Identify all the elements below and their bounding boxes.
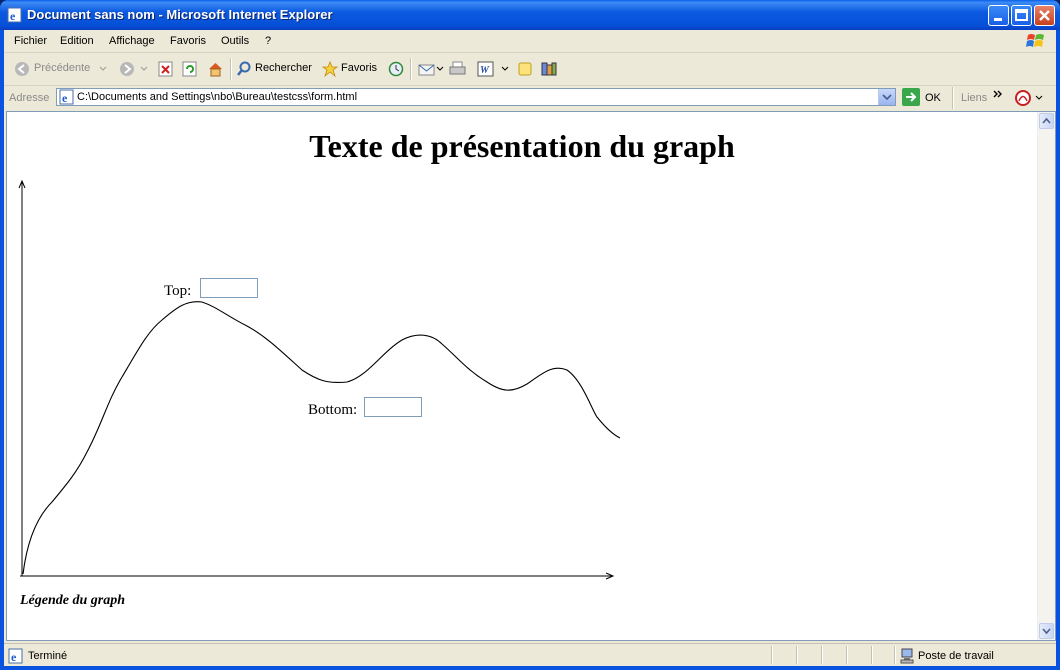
chevrons-right-icon[interactable] <box>992 89 1004 99</box>
status-page-icon: e <box>8 648 23 664</box>
status-cell-divider <box>771 646 773 664</box>
pdf-tool-icon[interactable] <box>1014 89 1032 107</box>
vertical-scrollbar[interactable] <box>1037 112 1055 640</box>
pdf-dropdown-chevron-icon[interactable] <box>1035 95 1043 101</box>
ie-icon: e <box>7 7 22 23</box>
chevron-down-icon <box>1042 628 1051 635</box>
security-zone-text: Poste de travail <box>918 650 994 662</box>
menu-affichage[interactable]: Affichage <box>109 35 155 47</box>
edit-dropdown-chevron-icon[interactable] <box>501 66 509 82</box>
forward-history-chevron-icon[interactable] <box>140 66 148 82</box>
toolbar-separator <box>410 58 412 80</box>
status-cell-divider <box>821 646 823 664</box>
menu-bar: Fichier Edition Affichage Favoris Outils… <box>4 30 1056 53</box>
toolbar: Précédente Rechercher Favoris W <box>4 53 1056 86</box>
bottom-input[interactable] <box>364 397 422 417</box>
go-button-label[interactable]: OK <box>925 92 941 104</box>
top-input[interactable] <box>200 278 258 298</box>
window-title: Document sans nom - Microsoft Internet E… <box>27 7 333 22</box>
scroll-up-button[interactable] <box>1039 113 1054 129</box>
bottom-label: Bottom: <box>308 402 358 418</box>
search-icon[interactable] <box>236 61 252 77</box>
print-icon[interactable] <box>449 61 466 77</box>
status-bar: e Terminé Poste de travail <box>4 643 1056 667</box>
back-history-chevron-icon[interactable] <box>99 66 107 82</box>
forward-icon[interactable] <box>119 61 135 77</box>
history-icon[interactable] <box>388 61 404 77</box>
address-input[interactable]: e C:\Documents and Settings\nbo\Bureau\t… <box>56 88 896 106</box>
discuss-note-icon[interactable] <box>517 61 533 77</box>
status-text: Terminé <box>28 650 68 662</box>
status-cell-divider <box>796 646 798 664</box>
back-button-label[interactable]: Précédente <box>34 62 90 74</box>
refresh-icon[interactable] <box>182 61 198 77</box>
links-label[interactable]: Liens <box>961 92 987 104</box>
graph-axes <box>18 179 615 580</box>
windows-logo-icon <box>1026 34 1044 47</box>
chevron-down-icon <box>882 94 892 101</box>
status-cell-divider <box>871 646 873 664</box>
toolbar-separator <box>230 58 232 80</box>
favorites-button-label[interactable]: Favoris <box>341 62 377 74</box>
edit-word-icon[interactable]: W <box>477 61 494 77</box>
menu-edition[interactable]: Edition <box>60 35 94 47</box>
mail-dropdown-chevron-icon[interactable] <box>436 66 444 82</box>
browser-window: e Document sans nom - Microsoft Internet… <box>0 0 1060 670</box>
chevron-up-icon <box>1042 117 1051 124</box>
menu-outils[interactable]: Outils <box>221 35 249 47</box>
mail-icon[interactable] <box>418 61 436 77</box>
svg-text:e: e <box>62 91 68 105</box>
status-cell-divider <box>894 646 896 664</box>
graph-caption: Légende du graph <box>20 593 125 608</box>
home-icon[interactable] <box>207 61 224 77</box>
menu-fichier[interactable]: Fichier <box>14 35 47 47</box>
stop-icon[interactable] <box>158 61 174 77</box>
menu-help[interactable]: ? <box>265 35 271 47</box>
svg-text:W: W <box>480 65 490 76</box>
maximize-button[interactable] <box>1011 5 1032 26</box>
minimize-icon <box>994 18 1002 21</box>
graph-curve <box>22 301 621 575</box>
research-icon[interactable] <box>541 61 557 77</box>
page-viewport: Texte de présentation du graph Top: Bott… <box>6 111 1056 641</box>
status-cell-divider <box>846 646 848 664</box>
go-arrow-icon[interactable] <box>902 88 920 106</box>
minimize-button[interactable] <box>988 5 1009 26</box>
graph-drawing <box>18 179 621 580</box>
menu-favoris[interactable]: Favoris <box>170 35 206 47</box>
back-icon[interactable] <box>14 61 30 77</box>
search-button-label[interactable]: Rechercher <box>255 62 312 74</box>
svg-text:e: e <box>10 9 16 23</box>
title-bar: e Document sans nom - Microsoft Internet… <box>0 0 1060 30</box>
address-label: Adresse <box>9 92 50 104</box>
maximize-icon <box>1015 9 1028 21</box>
address-url: C:\Documents and Settings\nbo\Bureau\tes… <box>77 91 358 103</box>
computer-icon <box>900 648 914 664</box>
address-bar: Adresse e C:\Documents and Settings\nbo\… <box>4 86 1056 110</box>
scroll-down-button[interactable] <box>1039 623 1054 639</box>
page-icon: e <box>59 89 74 105</box>
top-label: Top: <box>164 283 192 299</box>
address-dropdown-button[interactable] <box>878 89 895 105</box>
favorites-star-icon[interactable] <box>322 61 338 77</box>
close-button[interactable] <box>1034 5 1055 26</box>
svg-text:e: e <box>11 650 17 664</box>
address-separator <box>952 87 954 109</box>
close-icon <box>1039 10 1050 21</box>
